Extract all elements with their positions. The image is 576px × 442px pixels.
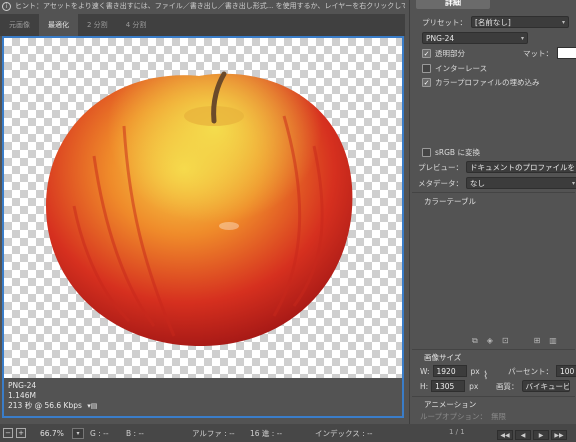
first-frame-icon[interactable]: ◀◀ <box>497 430 513 440</box>
details-button[interactable]: 詳細 <box>416 0 490 9</box>
lock-icon[interactable]: ⊡ <box>502 336 509 346</box>
srgb-label: sRGB に変換 <box>435 148 480 157</box>
tab-2up[interactable]: 2 分割 <box>78 14 117 36</box>
preview-value: ドキュメントのプロファイルを使用 <box>470 162 575 172</box>
info-icon: i <box>2 1 11 11</box>
chevron-down-icon: ▾ <box>520 34 524 42</box>
play-icon[interactable]: ▶ <box>533 430 549 440</box>
width-unit: px <box>470 366 480 376</box>
zoom-level[interactable]: 66.7% <box>40 429 64 438</box>
preset-label: プリセット： <box>422 17 467 27</box>
image-preview[interactable]: PNG-24 1.146M 213 秒 @ 56.6 Kbps ▾▤ <box>2 36 404 418</box>
index-readout: インデックス : -- <box>315 428 373 438</box>
frame-counter: 1 / 1 <box>449 428 465 436</box>
image-size-title: 画像サイズ <box>424 353 462 362</box>
last-frame-icon[interactable]: ▶▶ <box>551 430 567 440</box>
apple-image <box>46 71 353 346</box>
optimize-panel: 詳細 プリセット： [名前なし] ▾ PNG-24 ▾ ✓ 透明部分 マット： … <box>409 0 576 424</box>
hex-readout: 16 進 : -- <box>250 428 283 438</box>
zoom-out-icon[interactable]: − <box>3 428 13 438</box>
chevron-down-icon: ▾ <box>561 18 565 26</box>
hint-bar: i ヒント：アセットをより速く書き出すには、ファイル／書き出し／書き出し形式..… <box>0 0 405 12</box>
hint-text: ヒント：アセットをより速く書き出すには、ファイル／書き出し／書き出し形式... … <box>15 2 405 10</box>
chevron-down-icon: ▾ <box>571 179 575 187</box>
metadata-value: なし <box>470 178 485 188</box>
transparency-label: 透明部分 <box>435 49 465 58</box>
divider <box>412 192 575 193</box>
tab-4up[interactable]: 4 分割 <box>117 14 156 36</box>
width-label: W: <box>420 366 430 376</box>
embed-profile-label: カラープロファイルの埋め込み <box>435 78 540 87</box>
quality-value: バイキュービック <box>525 381 570 391</box>
percent-label: パーセント： <box>508 366 553 376</box>
divider <box>412 396 575 397</box>
matte-swatch[interactable] <box>557 47 576 59</box>
color-table[interactable] <box>424 206 575 336</box>
preset-value: [名前なし] <box>475 17 511 27</box>
speed-menu-icon[interactable]: ▾▤ <box>87 402 97 410</box>
transparency-checkbox[interactable]: ✓ <box>422 49 431 58</box>
trash-icon[interactable]: ▥ <box>549 336 557 346</box>
animation-title: アニメーション <box>424 400 477 409</box>
view-tabs: 元画像 最適化 2 分割 4 分割 <box>0 14 405 36</box>
preview-info: PNG-24 1.146M 213 秒 @ 56.6 Kbps ▾▤ <box>4 378 402 416</box>
animation-nav: ◀◀ ◀ ▶ ▶▶ <box>495 430 567 440</box>
height-input[interactable]: 1305 <box>431 380 466 392</box>
new-color-icon[interactable]: ⊞ <box>534 336 541 346</box>
embed-profile-checkbox[interactable]: ✓ <box>422 78 431 87</box>
format-value: PNG-24 <box>426 33 455 43</box>
link-icon[interactable]: ⌇ <box>483 369 488 382</box>
alpha-readout: アルファ : -- <box>192 428 235 438</box>
tab-original[interactable]: 元画像 <box>0 14 39 36</box>
prev-frame-icon[interactable]: ◀ <box>515 430 531 440</box>
preview-size: 1.146M <box>8 391 36 400</box>
width-input[interactable]: 1920 <box>432 365 467 377</box>
height-label: H: <box>420 381 429 391</box>
format-dropdown[interactable]: PNG-24 ▾ <box>422 32 528 44</box>
height-unit: px <box>469 381 479 391</box>
preset-dropdown[interactable]: [名前なし] ▾ <box>471 16 569 28</box>
preview-time: 213 秒 @ 56.6 Kbps <box>8 401 82 410</box>
metadata-label: メタデータ： <box>418 178 463 188</box>
metadata-dropdown[interactable]: なし ▾ <box>466 177 576 189</box>
preview-dropdown[interactable]: ドキュメントのプロファイルを使用 <box>466 161 576 173</box>
interlace-checkbox[interactable] <box>422 64 431 73</box>
chevron-down-icon[interactable]: ▾ <box>72 427 84 439</box>
percent-input[interactable]: 100 <box>556 365 576 377</box>
map-transparent-icon[interactable]: ⧉ <box>472 336 478 346</box>
blue-readout: B : -- <box>126 428 144 438</box>
quality-label: 画質： <box>496 381 519 391</box>
tab-optimized[interactable]: 最適化 <box>39 14 78 36</box>
srgb-checkbox[interactable] <box>422 148 431 157</box>
preview-label: プレビュー： <box>418 162 463 172</box>
divider <box>412 349 575 350</box>
quality-dropdown[interactable]: バイキュービック <box>521 380 570 392</box>
zoom-in-icon[interactable]: + <box>16 428 26 438</box>
matte-label: マット： <box>523 48 553 58</box>
green-readout: G : -- <box>90 428 109 438</box>
web-shift-icon[interactable]: ◈ <box>487 336 493 346</box>
loop-value: 無限 <box>491 412 507 421</box>
interlace-label: インターレース <box>435 64 488 73</box>
color-table-tools: ⧉ ◈ ⊡ ⊞ ▥ <box>472 336 557 346</box>
preview-format: PNG-24 <box>8 381 37 390</box>
status-bar: − + 66.7% ▾ G : -- B : -- アルファ : -- 16 進… <box>0 424 576 442</box>
loop-label: ループオプション： <box>420 412 488 421</box>
